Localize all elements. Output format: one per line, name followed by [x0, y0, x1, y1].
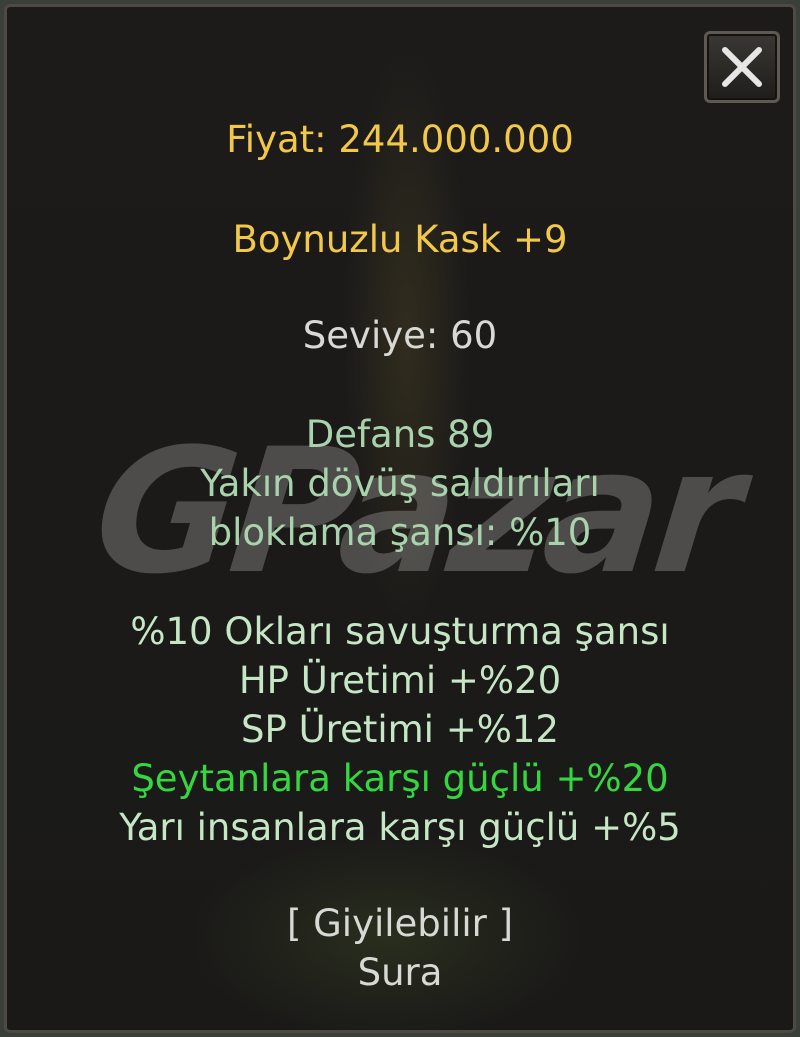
stat-line: Defans 89: [305, 413, 495, 456]
class-restriction: Sura: [357, 951, 443, 994]
wearable-status: [ Giyilebilir ]: [286, 902, 514, 945]
stat-line: Yakın dövüş saldırıları: [200, 462, 600, 505]
bonus-line: %10 Okları savuşturma şansı: [130, 610, 670, 653]
bonus-line-highlight: Şeytanlara karşı güçlü +%20: [131, 757, 669, 800]
stat-line: bloklama şansı: %10: [208, 511, 592, 554]
price-text: Fiyat: 244.000.000: [226, 118, 574, 161]
level-requirement: Seviye: 60: [302, 314, 498, 357]
bonus-line: SP Üretimi +%12: [241, 708, 559, 751]
bonus-line: Yarı insanlara karşı güçlü +%5: [119, 806, 681, 849]
item-tooltip-panel: GPazar Fiyat: 244.000.000 Boynuzlu Kask …: [4, 4, 796, 1033]
bonus-line: HP Üretimi +%20: [238, 659, 562, 702]
close-icon: [722, 47, 762, 87]
close-button[interactable]: [704, 31, 780, 103]
item-name: Boynuzlu Kask +9: [232, 218, 568, 261]
